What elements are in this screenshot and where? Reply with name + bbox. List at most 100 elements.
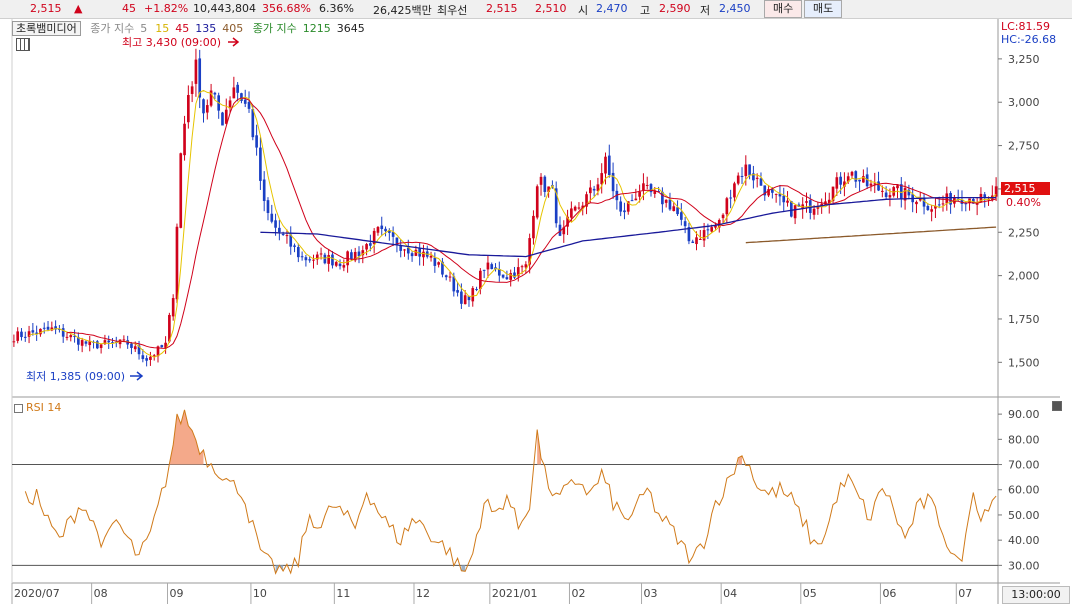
rsi-checkbox-icon[interactable] bbox=[14, 404, 23, 413]
candle-body bbox=[486, 262, 490, 270]
low-arrow-icon bbox=[130, 371, 144, 381]
candle-body bbox=[623, 210, 626, 213]
candle-body bbox=[27, 331, 31, 337]
candle-body bbox=[16, 331, 20, 341]
candle-body bbox=[331, 254, 334, 266]
candle-body bbox=[323, 254, 327, 264]
candle-body bbox=[664, 199, 668, 203]
stock-chart[interactable]: 1,5001,7502,0002,2502,5002,7503,0003,250… bbox=[0, 0, 1072, 604]
candle-body bbox=[213, 92, 217, 95]
candle-body bbox=[535, 186, 539, 218]
candle-body bbox=[247, 101, 251, 109]
low-annotation: 최저 1,385 (09:00) bbox=[26, 370, 126, 383]
candle-body bbox=[380, 225, 384, 229]
candle-body bbox=[232, 87, 236, 99]
x-tick-label: 06 bbox=[882, 587, 896, 600]
candle-body bbox=[771, 189, 774, 193]
candle-body bbox=[915, 201, 918, 205]
ma-period-1215: 1215 bbox=[302, 22, 331, 35]
candle-body bbox=[444, 275, 448, 278]
candle-body bbox=[433, 257, 437, 266]
candle-body bbox=[884, 192, 888, 197]
pane-toggle-icon[interactable] bbox=[1052, 401, 1062, 411]
rsi-tick-label: 80.00 bbox=[1008, 433, 1040, 446]
candle-body bbox=[270, 213, 274, 222]
x-tick-label: 03 bbox=[644, 587, 658, 600]
ma2-label: 종가 지수 bbox=[252, 22, 297, 35]
candle-body bbox=[429, 255, 433, 258]
candle-body bbox=[410, 253, 414, 257]
high-annotation: 최고 3,430 (09:00) bbox=[122, 36, 222, 49]
time-readout: 13:00:00 bbox=[1002, 586, 1070, 604]
candle-body bbox=[539, 176, 543, 185]
candle-body bbox=[471, 288, 475, 302]
candle-body bbox=[285, 235, 289, 237]
candle-body bbox=[896, 185, 899, 189]
candle-body bbox=[858, 179, 861, 182]
ma5-line bbox=[28, 89, 997, 358]
rsi-tick-label: 50.00 bbox=[1008, 509, 1040, 522]
price-tick-label: 1,500 bbox=[1008, 356, 1040, 369]
ma-period-3645: 3645 bbox=[336, 22, 365, 35]
candle-body bbox=[482, 269, 486, 271]
candle-body bbox=[729, 197, 732, 199]
candle-body bbox=[308, 259, 312, 261]
candle-body bbox=[183, 123, 186, 156]
rsi-tick-label: 60.00 bbox=[1008, 484, 1040, 497]
candle-body bbox=[509, 273, 513, 280]
candle-body bbox=[61, 328, 65, 337]
candle-body bbox=[592, 188, 596, 191]
candle-body bbox=[414, 249, 418, 256]
candle-body bbox=[706, 229, 710, 231]
candle-body bbox=[274, 220, 277, 228]
candle-body bbox=[187, 95, 190, 123]
x-tick-label: 08 bbox=[94, 587, 108, 600]
candle-body bbox=[710, 227, 714, 232]
ma15-line bbox=[66, 97, 997, 349]
x-tick-label: 12 bbox=[416, 587, 430, 600]
candle-body bbox=[532, 215, 535, 239]
candle-body bbox=[524, 264, 528, 268]
candle-body bbox=[350, 252, 353, 260]
hc-readout: HC:-26.68 bbox=[1001, 33, 1057, 46]
candle-body bbox=[194, 59, 198, 84]
candle-body bbox=[334, 262, 338, 266]
x-tick-label: 07 bbox=[958, 587, 972, 600]
candle-body bbox=[384, 228, 387, 232]
candle-body bbox=[501, 274, 505, 278]
candle-body bbox=[812, 208, 816, 215]
candle-body bbox=[266, 200, 270, 214]
candle-body bbox=[573, 206, 577, 211]
candle-body bbox=[236, 84, 239, 93]
grid-icon[interactable] bbox=[16, 38, 30, 51]
x-tick-label: 04 bbox=[723, 587, 737, 600]
candle-body bbox=[65, 336, 69, 338]
candle-body bbox=[175, 226, 179, 300]
candle-body bbox=[149, 356, 152, 360]
last-price-tag: 2,515 bbox=[1001, 182, 1050, 195]
candle-body bbox=[786, 200, 789, 203]
candle-body bbox=[262, 179, 266, 201]
x-tick-label: 02 bbox=[571, 587, 585, 600]
candle-body bbox=[634, 198, 638, 201]
high-arrow-icon bbox=[228, 37, 240, 47]
candle-body bbox=[698, 238, 702, 240]
candle-body bbox=[604, 156, 607, 174]
candle-body bbox=[926, 205, 930, 211]
price-tick-label: 3,250 bbox=[1008, 53, 1040, 66]
candle-body bbox=[721, 214, 725, 219]
x-tick-label: 10 bbox=[253, 587, 267, 600]
candle-body bbox=[422, 251, 425, 258]
candle-body bbox=[854, 171, 858, 182]
candle-body bbox=[221, 112, 224, 126]
candle-body bbox=[293, 245, 296, 247]
candle-body bbox=[160, 345, 164, 348]
candle-body bbox=[638, 191, 641, 197]
candle-body bbox=[759, 178, 763, 186]
candle-body bbox=[255, 135, 258, 148]
candle-body bbox=[448, 276, 452, 278]
candle-body bbox=[782, 195, 786, 203]
candle-body bbox=[740, 175, 744, 177]
candle-body bbox=[251, 109, 255, 138]
stock-name[interactable]: 초록뱀미디어 bbox=[12, 21, 81, 36]
